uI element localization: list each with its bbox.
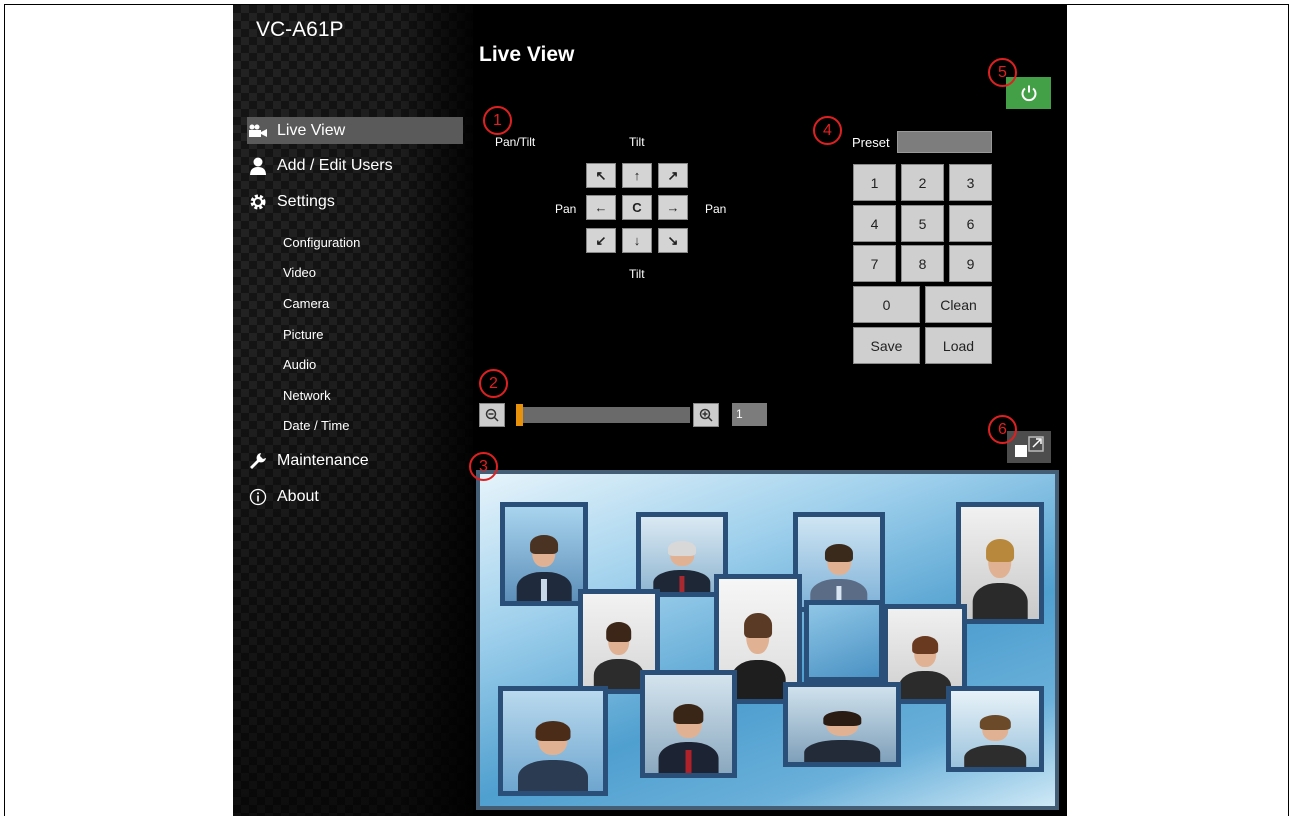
tilt-bottom-label: Tilt — [629, 267, 645, 281]
app-window: VC-A61P Live View Add / Edit Users Setti… — [233, 5, 1067, 816]
sidebar-item-maintenance[interactable]: Maintenance — [247, 447, 463, 474]
video-person-thumbnail — [946, 686, 1044, 772]
info-icon — [247, 488, 269, 506]
brand-title: VC-A61P — [256, 18, 344, 41]
pan-tilt-down-left-button[interactable]: ↙ — [586, 228, 616, 253]
pan-right-label: Pan — [705, 202, 727, 216]
zoom-in-icon — [699, 408, 713, 422]
pan-right-button[interactable]: → — [658, 195, 688, 220]
pan-left-label: Pan — [555, 202, 577, 216]
preset-key-4[interactable]: 4 — [853, 205, 896, 242]
sidebar-sub-network[interactable]: Network — [283, 388, 331, 403]
sidebar-item-label: Settings — [277, 192, 335, 210]
pan-tilt-home-button[interactable]: C — [622, 195, 652, 220]
zoom-out-icon — [485, 408, 499, 422]
pan-left-button[interactable]: ← — [586, 195, 616, 220]
sidebar-sub-date-time[interactable]: Date / Time — [283, 418, 349, 433]
pan-tilt-up-right-button[interactable]: ↗ — [658, 163, 688, 188]
preset-key-8[interactable]: 8 — [901, 245, 944, 282]
preset-key-0[interactable]: 0 — [853, 286, 920, 323]
sidebar-item-add-edit-users[interactable]: Add / Edit Users — [247, 152, 463, 179]
preset-clean-button[interactable]: Clean — [925, 286, 992, 323]
preset-key-1[interactable]: 1 — [853, 164, 896, 201]
sidebar-item-label: Live View — [277, 121, 346, 139]
annotation-marker-2: 2 — [479, 369, 508, 398]
zoom-slider-thumb[interactable] — [516, 404, 523, 426]
gear-icon — [247, 193, 269, 211]
sidebar-item-settings[interactable]: Settings — [247, 188, 463, 215]
zoom-value: 1 — [732, 403, 767, 426]
pan-tilt-down-right-button[interactable]: ↘ — [658, 228, 688, 253]
sidebar: VC-A61P Live View Add / Edit Users Setti… — [233, 5, 473, 816]
sidebar-item-label: About — [277, 487, 319, 505]
preset-save-button[interactable]: Save — [853, 327, 920, 364]
tilt-top-label: Tilt — [629, 135, 645, 149]
pan-tilt-label: Pan/Tilt — [495, 135, 536, 149]
video-person-thumbnail — [498, 686, 608, 796]
preset-load-button[interactable]: Load — [925, 327, 992, 364]
zoom-out-button[interactable] — [479, 403, 505, 427]
video-person-thumbnail — [793, 512, 885, 612]
pan-tilt-up-left-button[interactable]: ↖ — [586, 163, 616, 188]
power-icon — [1021, 85, 1036, 102]
annotation-marker-6: 6 — [988, 415, 1017, 444]
preset-label: Preset — [852, 135, 890, 150]
sidebar-item-live-view[interactable]: Live View — [247, 117, 463, 144]
zoom-slider-track[interactable] — [518, 407, 690, 423]
tilt-down-button[interactable]: ↓ — [622, 228, 652, 253]
page-title: Live View — [479, 43, 575, 66]
zoom-in-button[interactable] — [693, 403, 719, 427]
video-panel-blank — [804, 600, 884, 682]
video-person-thumbnail — [500, 502, 588, 606]
wrench-icon — [247, 452, 269, 470]
preset-field[interactable] — [897, 131, 992, 153]
sidebar-item-label: Maintenance — [277, 451, 369, 469]
sidebar-sub-video[interactable]: Video — [283, 265, 316, 280]
video-person-thumbnail — [783, 682, 901, 767]
annotation-marker-3: 3 — [469, 452, 498, 481]
annotation-marker-5: 5 — [988, 58, 1017, 87]
preset-key-2[interactable]: 2 — [901, 164, 944, 201]
camera-icon — [247, 124, 269, 138]
sidebar-sub-configuration[interactable]: Configuration — [283, 235, 360, 250]
sidebar-item-about[interactable]: About — [247, 483, 463, 510]
live-video-preview — [476, 470, 1059, 810]
preset-key-5[interactable]: 5 — [901, 205, 944, 242]
sidebar-sub-picture[interactable]: Picture — [283, 327, 323, 342]
sidebar-item-label: Add / Edit Users — [277, 156, 393, 174]
preset-key-3[interactable]: 3 — [949, 164, 992, 201]
tilt-up-button[interactable]: ↑ — [622, 163, 652, 188]
annotation-marker-4: 4 — [813, 116, 842, 145]
video-person-thumbnail — [956, 502, 1044, 624]
video-person-thumbnail — [640, 670, 737, 778]
user-icon — [247, 157, 269, 175]
preset-key-6[interactable]: 6 — [949, 205, 992, 242]
preset-key-9[interactable]: 9 — [949, 245, 992, 282]
annotation-marker-1: 1 — [483, 106, 512, 135]
sidebar-sub-camera[interactable]: Camera — [283, 296, 329, 311]
sidebar-sub-audio[interactable]: Audio — [283, 357, 316, 372]
preset-key-7[interactable]: 7 — [853, 245, 896, 282]
